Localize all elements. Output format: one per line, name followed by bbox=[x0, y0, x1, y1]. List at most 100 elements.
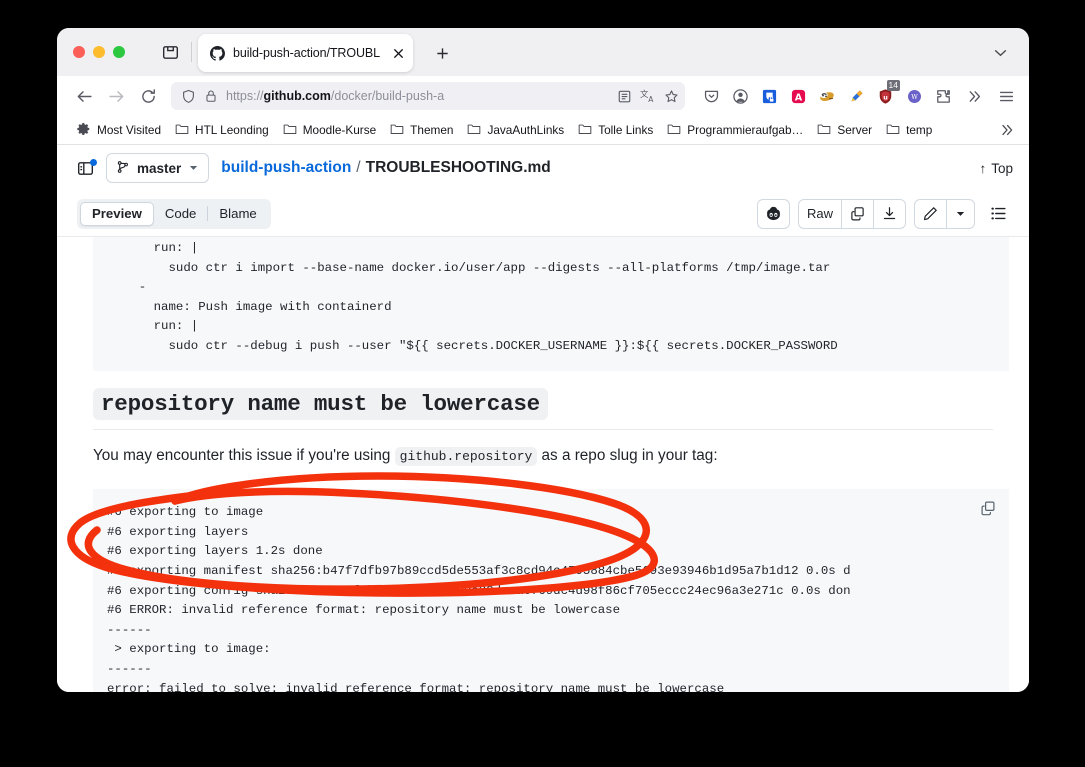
folder-icon bbox=[390, 123, 404, 138]
file-toolbar: Preview Code Blame Raw bbox=[57, 191, 1029, 237]
folder-icon bbox=[283, 123, 297, 138]
chevron-down-icon[interactable] bbox=[983, 28, 1017, 76]
download-icon[interactable] bbox=[873, 199, 905, 228]
code-block-error-text: #6 exporting to image #6 exporting layer… bbox=[107, 505, 851, 692]
tab-code[interactable]: Code bbox=[154, 202, 208, 226]
account-icon[interactable] bbox=[726, 82, 754, 110]
github-icon bbox=[210, 45, 225, 61]
copy-code-icon[interactable] bbox=[977, 497, 999, 519]
paragraph-text-after: as a repo slug in your tag: bbox=[537, 446, 718, 464]
svg-text:A: A bbox=[648, 95, 654, 104]
bitwarden-icon[interactable] bbox=[755, 82, 783, 110]
file-toolbar-actions: Raw bbox=[756, 198, 1013, 229]
sidebar-notification-dot bbox=[90, 158, 97, 166]
tab-title: build-push-action/TROUBLESHO bbox=[233, 46, 381, 60]
copilot-button[interactable] bbox=[756, 198, 790, 229]
highlighter-icon[interactable] bbox=[842, 82, 870, 110]
ublock-badge: 14 bbox=[886, 80, 900, 91]
star-icon[interactable] bbox=[664, 89, 679, 104]
bookmark-themen[interactable]: Themen bbox=[384, 120, 459, 141]
badger-icon[interactable] bbox=[813, 82, 841, 110]
pencil-icon[interactable] bbox=[915, 200, 946, 228]
code-block-workflow[interactable]: run: | sudo ctr i import --base-name doc… bbox=[93, 237, 1009, 371]
paragraph-text-before: You may encounter this issue if you're u… bbox=[93, 446, 395, 464]
maximize-window-button[interactable] bbox=[113, 46, 125, 58]
bookmark-label: Tolle Links bbox=[598, 123, 654, 137]
bookmarks-bar: Most Visited HTL Leonding Moodle-Kurse T… bbox=[57, 116, 1029, 145]
bookmark-temp[interactable]: temp bbox=[880, 120, 938, 141]
close-window-button[interactable] bbox=[73, 46, 85, 58]
navigation-toolbar: https://github.com/docker/build-push-a 文… bbox=[57, 76, 1029, 116]
folder-icon bbox=[175, 123, 189, 138]
lock-icon[interactable] bbox=[204, 89, 218, 103]
bookmark-server[interactable]: Server bbox=[811, 120, 878, 141]
breadcrumb-separator: / bbox=[356, 159, 361, 176]
wikipedia-icon[interactable]: W bbox=[900, 82, 928, 110]
intro-paragraph: You may encounter this issue if you're u… bbox=[57, 430, 1029, 468]
sidebar-toggle-icon[interactable] bbox=[77, 158, 97, 177]
top-link[interactable]: ↑ Top bbox=[979, 161, 1013, 176]
reload-button-icon[interactable] bbox=[133, 81, 163, 111]
minimize-window-button[interactable] bbox=[93, 46, 105, 58]
tabstrip-divider bbox=[191, 42, 192, 62]
reader-view-icon[interactable] bbox=[617, 89, 632, 104]
raw-copy-download-group: Raw bbox=[797, 198, 906, 229]
svg-text:u: u bbox=[883, 93, 888, 101]
folder-icon bbox=[467, 123, 481, 138]
forward-button-icon[interactable] bbox=[101, 81, 131, 111]
bookmark-label: Most Visited bbox=[97, 123, 162, 137]
markdown-body: run: | sudo ctr i import --base-name doc… bbox=[57, 237, 1029, 692]
app-menu-icon[interactable] bbox=[991, 81, 1021, 111]
bookmark-htl-leonding[interactable]: HTL Leonding bbox=[169, 120, 275, 141]
bookmarks-overflow-icon[interactable] bbox=[993, 122, 1021, 138]
extensions-area: A u 14 W bbox=[693, 80, 957, 110]
translate-icon[interactable]: 文 A bbox=[640, 88, 656, 104]
shield-icon[interactable] bbox=[181, 89, 196, 104]
folder-icon bbox=[667, 123, 681, 138]
bookmark-label: HTL Leonding bbox=[195, 123, 269, 137]
overflow-menu-icon[interactable] bbox=[959, 81, 989, 111]
bookmark-label: Themen bbox=[410, 123, 454, 137]
folder-icon bbox=[886, 123, 900, 138]
edit-dropdown-caret[interactable] bbox=[946, 199, 974, 228]
outline-icon[interactable] bbox=[983, 199, 1013, 229]
svg-text:A: A bbox=[794, 92, 802, 103]
ublock-origin-icon[interactable]: u 14 bbox=[871, 80, 900, 110]
breadcrumb-repo-link[interactable]: build-push-action bbox=[221, 159, 351, 177]
inline-code-github-repository: github.repository bbox=[394, 446, 538, 466]
address-bar[interactable]: https://github.com/docker/build-push-a 文… bbox=[171, 82, 685, 110]
folder-icon bbox=[817, 123, 831, 138]
chevron-down-icon bbox=[188, 161, 199, 176]
bookmark-programmieraufgaben[interactable]: Programmieraufgab… bbox=[661, 120, 809, 141]
top-label: Top bbox=[991, 160, 1013, 176]
browser-tab[interactable]: build-push-action/TROUBLESHO bbox=[198, 34, 413, 72]
bookmark-most-visited[interactable]: Most Visited bbox=[71, 119, 167, 142]
raw-button[interactable]: Raw bbox=[799, 200, 841, 228]
arrow-up-icon: ↑ bbox=[979, 160, 987, 176]
file-header: master build-push-action / TROUBLESHOOTI… bbox=[57, 145, 1029, 191]
branch-picker[interactable]: master bbox=[106, 153, 210, 183]
url-text: https://github.com/docker/build-push-a bbox=[226, 89, 445, 103]
pocket-icon[interactable] bbox=[697, 82, 725, 110]
breadcrumb: build-push-action / TROUBLESHOOTING.md bbox=[221, 159, 550, 177]
window-controls bbox=[67, 28, 133, 76]
code-block-error-log[interactable]: #6 exporting to image #6 exporting layer… bbox=[93, 489, 1009, 692]
folder-icon bbox=[578, 123, 592, 138]
bookmark-tolle-links[interactable]: Tolle Links bbox=[572, 120, 659, 141]
gear-icon bbox=[77, 122, 91, 139]
bookmark-javaauthlinks[interactable]: JavaAuthLinks bbox=[461, 120, 570, 141]
bookmark-moodle-kurse[interactable]: Moodle-Kurse bbox=[277, 120, 382, 141]
list-all-tabs-icon[interactable] bbox=[155, 28, 185, 76]
breadcrumb-file-name: TROUBLESHOOTING.md bbox=[365, 159, 551, 176]
page-content: master build-push-action / TROUBLESHOOTI… bbox=[57, 145, 1029, 692]
view-switcher: Preview Code Blame bbox=[77, 198, 271, 229]
new-tab-button[interactable] bbox=[427, 38, 457, 68]
extensions-puzzle-icon[interactable] bbox=[929, 82, 957, 110]
adblock-icon[interactable]: A bbox=[784, 82, 812, 110]
copy-raw-icon[interactable] bbox=[841, 199, 873, 228]
branch-icon bbox=[116, 160, 130, 177]
tab-preview[interactable]: Preview bbox=[80, 201, 154, 226]
tab-blame[interactable]: Blame bbox=[208, 202, 267, 226]
back-button-icon[interactable] bbox=[69, 81, 99, 111]
close-tab-icon[interactable] bbox=[389, 44, 407, 62]
